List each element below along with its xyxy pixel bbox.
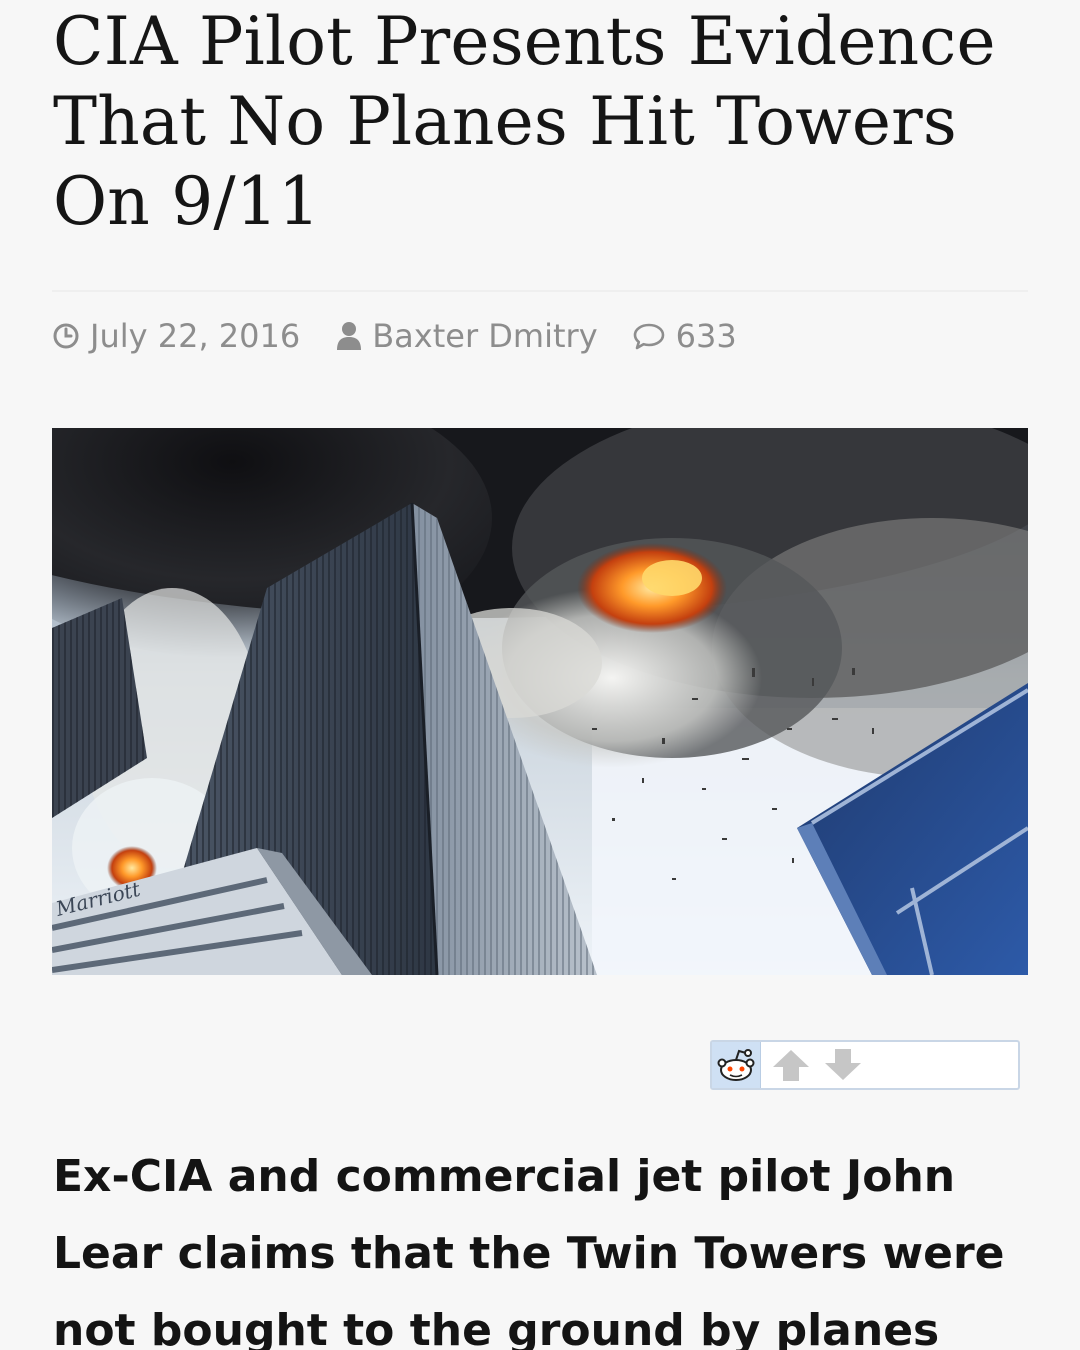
comment-bubble-icon <box>632 322 666 350</box>
user-icon <box>336 321 362 351</box>
clock-icon <box>52 322 80 350</box>
post-date[interactable]: July 22, 2016 <box>52 317 300 355</box>
hero-image[interactable]: Marriott <box>52 428 1028 975</box>
article-title: CIA Pilot Presents Evidence That No Plan… <box>53 3 996 240</box>
reddit-alien-icon[interactable] <box>712 1042 761 1088</box>
post-author-name: Baxter Dmitry <box>372 317 598 355</box>
post-author[interactable]: Baxter Dmitry <box>336 317 598 355</box>
reddit-vote-widget <box>710 1040 1020 1090</box>
post-date-text: July 22, 2016 <box>90 317 301 355</box>
comment-count: 633 <box>675 317 737 355</box>
article-meta: July 22, 2016 Baxter Dmitry 633 <box>52 316 737 356</box>
post-comments[interactable]: 633 <box>632 317 737 355</box>
downvote-arrow-icon[interactable] <box>821 1047 865 1083</box>
title-divider <box>52 290 1028 292</box>
upvote-arrow-icon[interactable] <box>769 1047 813 1083</box>
article-lede: Ex-CIA and commercial jet pilot John Lea… <box>53 1151 1005 1350</box>
